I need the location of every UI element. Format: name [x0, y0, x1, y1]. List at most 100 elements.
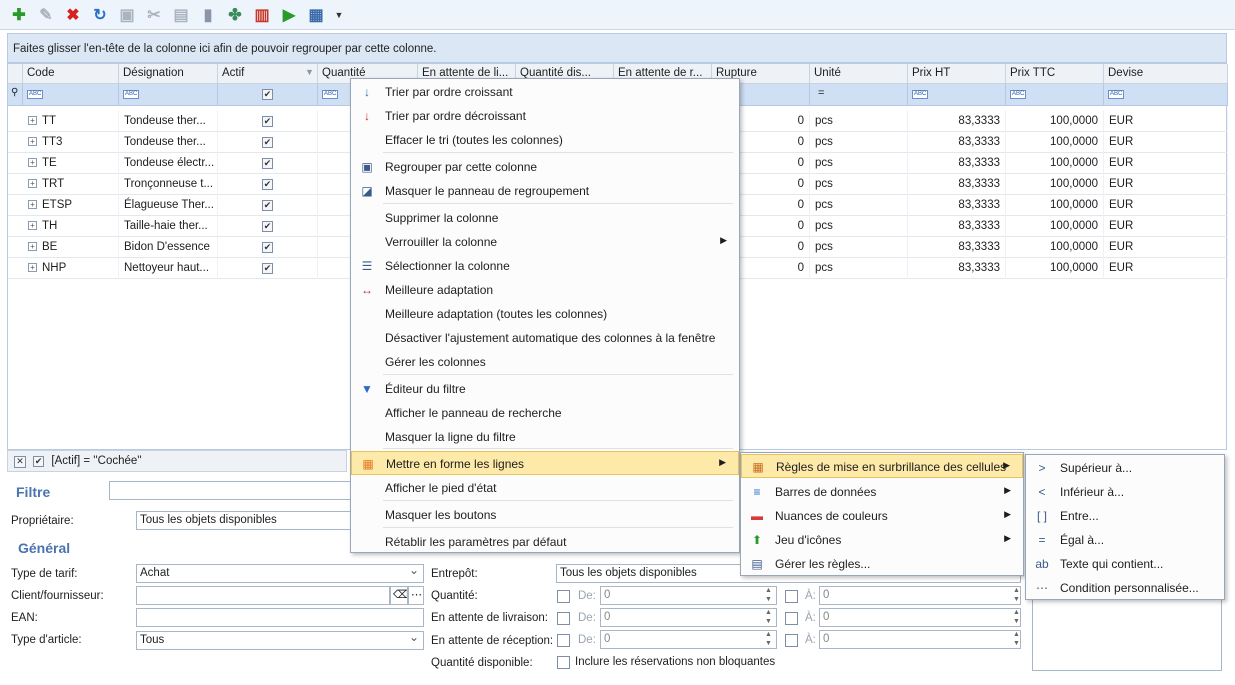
expand-icon[interactable]: +	[28, 158, 37, 168]
menu-item[interactable]: [ ] Entre...	[1026, 504, 1224, 528]
column-header-code[interactable]: Code	[23, 64, 119, 84]
cell-unite[interactable]: pcs	[810, 132, 908, 153]
proprietaire-field[interactable]: Tous les objets disponibles	[136, 511, 354, 530]
cell-actif[interactable]: ✔	[218, 195, 318, 216]
cell-code[interactable]: + TRT	[23, 174, 119, 195]
cell-prix-ht[interactable]: 83,3333	[908, 174, 1006, 195]
cell-unite[interactable]: pcs	[810, 153, 908, 174]
cell-code[interactable]: + BE	[23, 237, 119, 258]
spin-icon[interactable]: ▲ ▼	[765, 630, 772, 648]
menu-item[interactable]: ↓ Trier par ordre décroissant	[351, 104, 739, 128]
cell-prix-ttc[interactable]: 100,0000	[1006, 174, 1104, 195]
refresh-icon[interactable]: ↻	[89, 4, 111, 26]
column-header-actif[interactable]: Actif	[218, 64, 318, 84]
filter-cell-designation[interactable]: ABC	[119, 84, 218, 106]
range-checkbox-to[interactable]	[785, 612, 798, 625]
filter-checkbox-actif[interactable]: ✔	[262, 89, 273, 100]
document-icon[interactable]: ▮	[197, 4, 219, 26]
filter-cell-actif[interactable]: ✔	[218, 84, 318, 106]
cell-devise[interactable]: EUR	[1104, 174, 1228, 195]
cut-icon[interactable]: ✂	[143, 4, 165, 26]
cell-prix-ttc[interactable]: 100,0000	[1006, 153, 1104, 174]
column-header-devise[interactable]: Devise	[1104, 64, 1228, 84]
menu-item[interactable]: ▦ Règles de mise en surbrillance des cell…	[741, 454, 1023, 478]
menu-item[interactable]: Supprimer la colonne	[351, 206, 739, 230]
cell-unite[interactable]: pcs	[810, 111, 908, 132]
menu-item[interactable]: ↔ Meilleure adaptation	[351, 278, 739, 302]
menu-item[interactable]: > Supérieur à...	[1026, 456, 1224, 480]
cell-prix-ttc[interactable]: 100,0000	[1006, 132, 1104, 153]
branch-icon[interactable]: ✤	[224, 4, 246, 26]
range-to-input[interactable]: 0	[819, 608, 1021, 627]
menu-item[interactable]: Afficher le panneau de recherche	[351, 401, 739, 425]
actif-checkbox[interactable]: ✔	[262, 158, 273, 169]
column-header-prix-ht[interactable]: Prix HT	[908, 64, 1006, 84]
cell-prix-ht[interactable]: 83,3333	[908, 153, 1006, 174]
actif-checkbox[interactable]: ✔	[262, 116, 273, 127]
expand-icon[interactable]: +	[28, 263, 37, 273]
cell-devise[interactable]: EUR	[1104, 258, 1228, 279]
expand-icon[interactable]: +	[28, 137, 37, 147]
cell-actif[interactable]: ✔	[218, 174, 318, 195]
menu-item[interactable]: Effacer le tri (toutes les colonnes)	[351, 128, 739, 152]
cell-actif[interactable]: ✔	[218, 258, 318, 279]
cell-devise[interactable]: EUR	[1104, 195, 1228, 216]
menu-item[interactable]: Rétablir les paramètres par défaut	[351, 530, 739, 554]
cell-prix-ht[interactable]: 83,3333	[908, 258, 1006, 279]
cell-prix-ttc[interactable]: 100,0000	[1006, 111, 1104, 132]
column-header-prix-ttc[interactable]: Prix TTC	[1006, 64, 1104, 84]
filter-cell-code[interactable]: ABC	[23, 84, 119, 106]
column-header-unite[interactable]: Unité	[810, 64, 908, 84]
menu-item[interactable]: ◪ Masquer le panneau de regroupement	[351, 179, 739, 203]
filter-cell-prix-ht[interactable]: ABC	[908, 84, 1006, 106]
menu-item[interactable]: ▤ Gérer les règles...	[741, 552, 1023, 576]
expand-icon[interactable]: +	[28, 242, 37, 252]
cell-code[interactable]: + TE	[23, 153, 119, 174]
cell-devise[interactable]: EUR	[1104, 132, 1228, 153]
wrench-icon[interactable]: ✎	[35, 4, 57, 26]
delete-icon[interactable]: ✖	[62, 4, 84, 26]
range-checkbox-from[interactable]	[557, 612, 570, 625]
menu-item[interactable]: < Inférieur à...	[1026, 480, 1224, 504]
range-to-input[interactable]: 0	[819, 630, 1021, 649]
menu-item[interactable]: ↓ Trier par ordre croissant	[351, 80, 739, 104]
range-checkbox-to[interactable]	[785, 590, 798, 603]
cell-code[interactable]: + TT3	[23, 132, 119, 153]
actif-checkbox[interactable]: ✔	[262, 221, 273, 232]
cell-designation[interactable]: Tondeuse ther...	[119, 132, 218, 153]
cell-code[interactable]: + NHP	[23, 258, 119, 279]
column-header-designation[interactable]: Désignation	[119, 64, 218, 84]
cell-devise[interactable]: EUR	[1104, 111, 1228, 132]
cell-designation[interactable]: Bidon D'essence	[119, 237, 218, 258]
menu-item[interactable]: ▼ Éditeur du filtre	[351, 377, 739, 401]
cell-prix-ttc[interactable]: 100,0000	[1006, 195, 1104, 216]
range-checkbox-to[interactable]	[785, 634, 798, 647]
actif-checkbox[interactable]: ✔	[262, 200, 273, 211]
cell-designation[interactable]: Nettoyeur haut...	[119, 258, 218, 279]
menu-item[interactable]: ▦ Mettre en forme les lignes ▶	[351, 451, 739, 475]
menu-item[interactable]: ≡ Barres de données ▶	[741, 480, 1023, 504]
cell-designation[interactable]: Tronçonneuse t...	[119, 174, 218, 195]
cell-prix-ht[interactable]: 83,3333	[908, 132, 1006, 153]
filter-cell-prix-ttc[interactable]: ABC	[1006, 84, 1104, 106]
cell-actif[interactable]: ✔	[218, 216, 318, 237]
cell-prix-ht[interactable]: 83,3333	[908, 216, 1006, 237]
menu-item[interactable]: Masquer la ligne du filtre	[351, 425, 739, 449]
client-input[interactable]	[136, 586, 390, 605]
expand-icon[interactable]: +	[28, 116, 37, 126]
menu-item[interactable]: ⬆ Jeu d'icônes ▶	[741, 528, 1023, 552]
menu-item[interactable]: Verrouiller la colonne ▶	[351, 230, 739, 254]
cell-code[interactable]: + TT	[23, 111, 119, 132]
cell-prix-ttc[interactable]: 100,0000	[1006, 258, 1104, 279]
cell-devise[interactable]: EUR	[1104, 237, 1228, 258]
cell-designation[interactable]: Taille-haie ther...	[119, 216, 218, 237]
spin-icon[interactable]: ▲ ▼	[1013, 586, 1020, 604]
cell-prix-ttc[interactable]: 100,0000	[1006, 216, 1104, 237]
actif-checkbox[interactable]: ✔	[262, 263, 273, 274]
actif-checkbox[interactable]: ✔	[262, 242, 273, 253]
menu-item[interactable]: ☰ Sélectionner la colonne	[351, 254, 739, 278]
type-article-select[interactable]: Tous	[136, 631, 424, 650]
cell-actif[interactable]: ✔	[218, 237, 318, 258]
menu-item[interactable]: Meilleure adaptation (toutes les colonne…	[351, 302, 739, 326]
add-icon[interactable]: ✚	[8, 4, 30, 26]
